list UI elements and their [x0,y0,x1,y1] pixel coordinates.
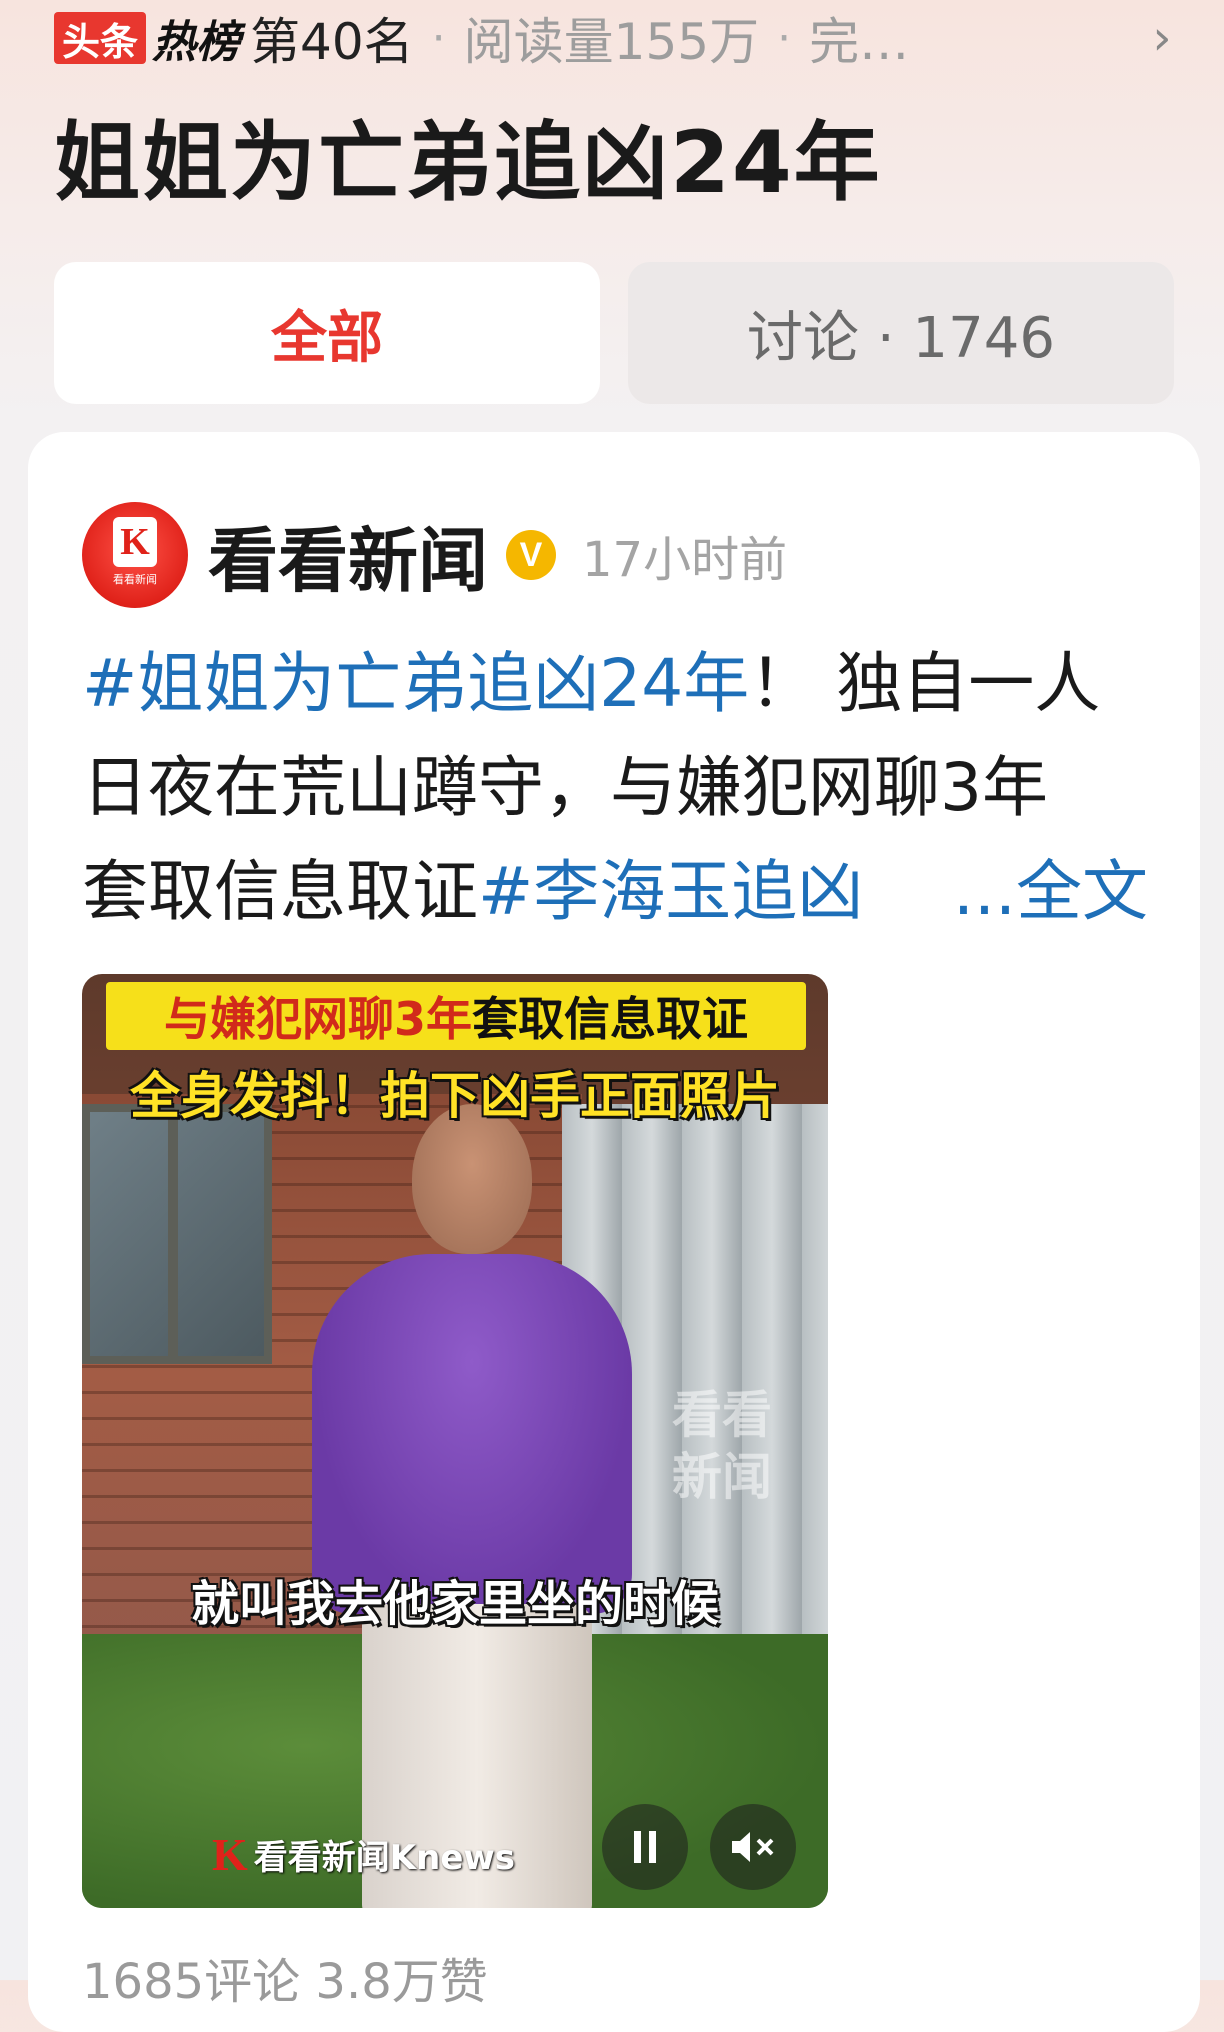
speaker-muted-glyph [732,1832,774,1862]
mute-icon[interactable] [710,1804,796,1890]
video-headline-banner: 与嫌犯网聊3年 套取信息取证 [106,982,806,1050]
video-headline-black: 套取信息取证 [472,992,748,1046]
hot-list-header[interactable]: 头条 热榜 第40名 · 阅读量155万 · 完… › [54,8,1184,71]
video-scene-window [82,1104,272,1364]
verified-badge-icon: V [506,530,556,580]
status-text: 完… [809,13,910,71]
hashtag-link[interactable]: #李海玉追凶 [478,853,863,930]
post-text-line: 套取信息取证#李海玉追凶 ...全文 [82,840,1162,944]
post-time: 17小时前 [582,532,788,588]
post-text-line: #姐姐为亡弟追凶24年！ 独自一人 [82,632,1162,736]
video-subtitle: 就叫我去他家里坐的时候 [190,1576,719,1632]
post-card[interactable]: K 看看新闻 看看新闻 V 17小时前 #姐姐为亡弟追凶24年！ 独自一人 日夜… [28,432,1200,2032]
video-channel-name: 看看新闻Knews [253,1838,516,1878]
video-headline-sub: 全身发抖！拍下凶手正面照片 [130,1067,780,1125]
separator-dot: · [777,12,792,64]
author-row[interactable]: K 看看新闻 看看新闻 V 17小时前 [82,500,787,610]
video-channel-logo: K 看看新闻Knews [212,1828,515,1881]
post-text-segment: ！ 独自一人 [749,645,1101,722]
hot-list-logo: 热榜 [152,17,241,68]
read-more-link[interactable]: ...全文 [953,840,1148,944]
pause-glyph [634,1831,656,1863]
rank-label: 第40名 [250,13,414,71]
video-scene-person [302,1104,662,1908]
post-text-line: 日夜在荒山蹲守，与嫌犯网聊3年 [82,749,1048,826]
avatar[interactable]: K 看看新闻 [82,502,188,608]
separator-dot: · [431,12,446,64]
watermark-line: 新闻 [672,1448,772,1506]
watermark-line: 看看 [672,1386,772,1444]
kankan-logo-icon: K [113,517,157,567]
author-name[interactable]: 看看新闻 [208,505,488,606]
topic-title: 姐姐为亡弟追凶24年 [54,113,882,213]
post-stats: 1685评论 3.8万赞 [82,1954,488,2010]
video-watermark: 看看 新闻 [672,1384,772,1508]
hashtag-link[interactable]: #姐姐为亡弟追凶24年 [82,645,749,722]
tab-bar: 全部 讨论 · 1746 [54,262,1174,404]
chevron-right-icon[interactable]: › [1140,10,1184,66]
post-text-segment: 套取信息取证 [82,853,478,930]
avatar-caption: 看看新闻 [113,573,157,586]
video-player[interactable]: 与嫌犯网聊3年 套取信息取证 全身发抖！拍下凶手正面照片 看看 新闻 就叫我去他家… [82,974,828,1908]
tab-all[interactable]: 全部 [54,262,600,404]
tab-discussion[interactable]: 讨论 · 1746 [628,262,1174,404]
toutiao-logo: 头条 [54,12,147,64]
post-text[interactable]: #姐姐为亡弟追凶24年！ 独自一人 日夜在荒山蹲守，与嫌犯网聊3年 套取信息取证… [82,632,1162,944]
pause-icon[interactable] [602,1804,688,1890]
read-count: 阅读量155万 [463,13,760,71]
person-jacket [312,1254,632,1614]
video-headline-red: 与嫌犯网聊3年 [163,992,472,1046]
knews-k-icon: K [212,1829,248,1880]
